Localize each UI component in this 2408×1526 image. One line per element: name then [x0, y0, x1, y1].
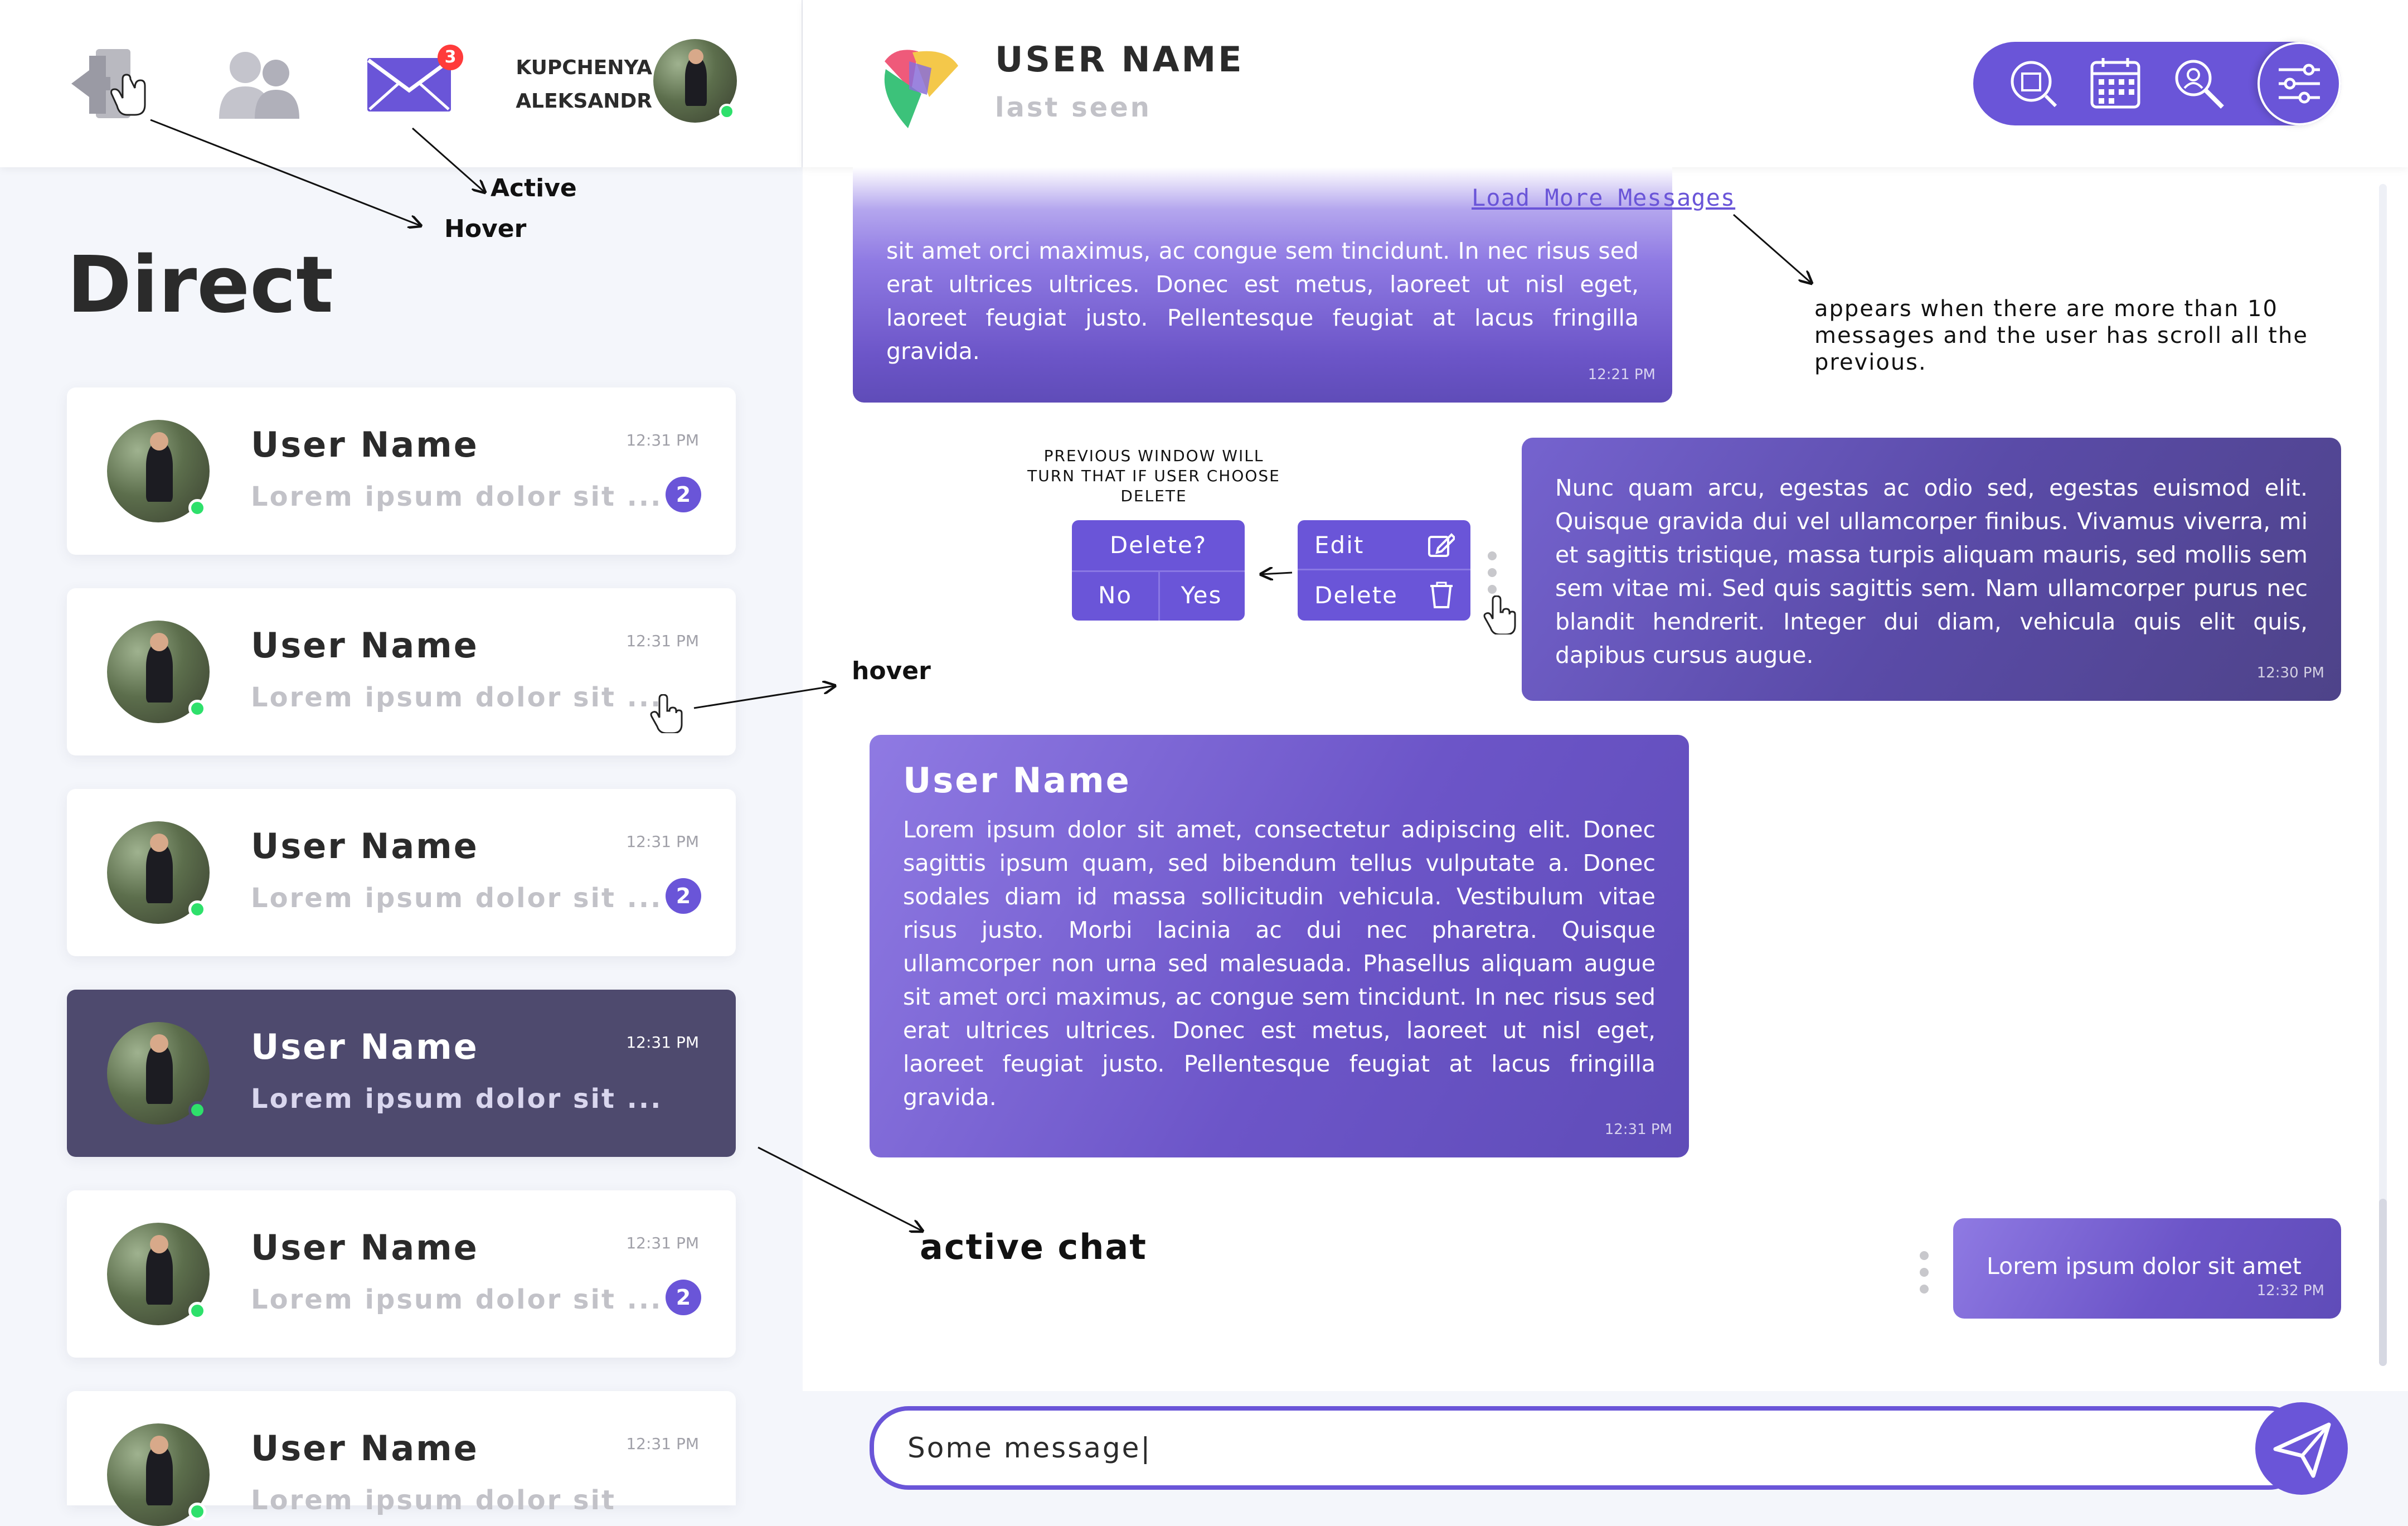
- annotation-delete-note: PREVIOUS WINDOW WILL TURN THAT IF USER C…: [1027, 447, 1280, 505]
- annotation-arrows: [150, 119, 2408, 1505]
- annotation-load-more: appears when there are more than 10 mess…: [1814, 296, 2308, 375]
- annotation-active: Active: [491, 174, 577, 202]
- annotation-active-chat: active chat: [920, 1227, 1147, 1267]
- annotation-hover-card: hover: [852, 657, 931, 685]
- annotation-hover: Hover: [444, 215, 527, 243]
